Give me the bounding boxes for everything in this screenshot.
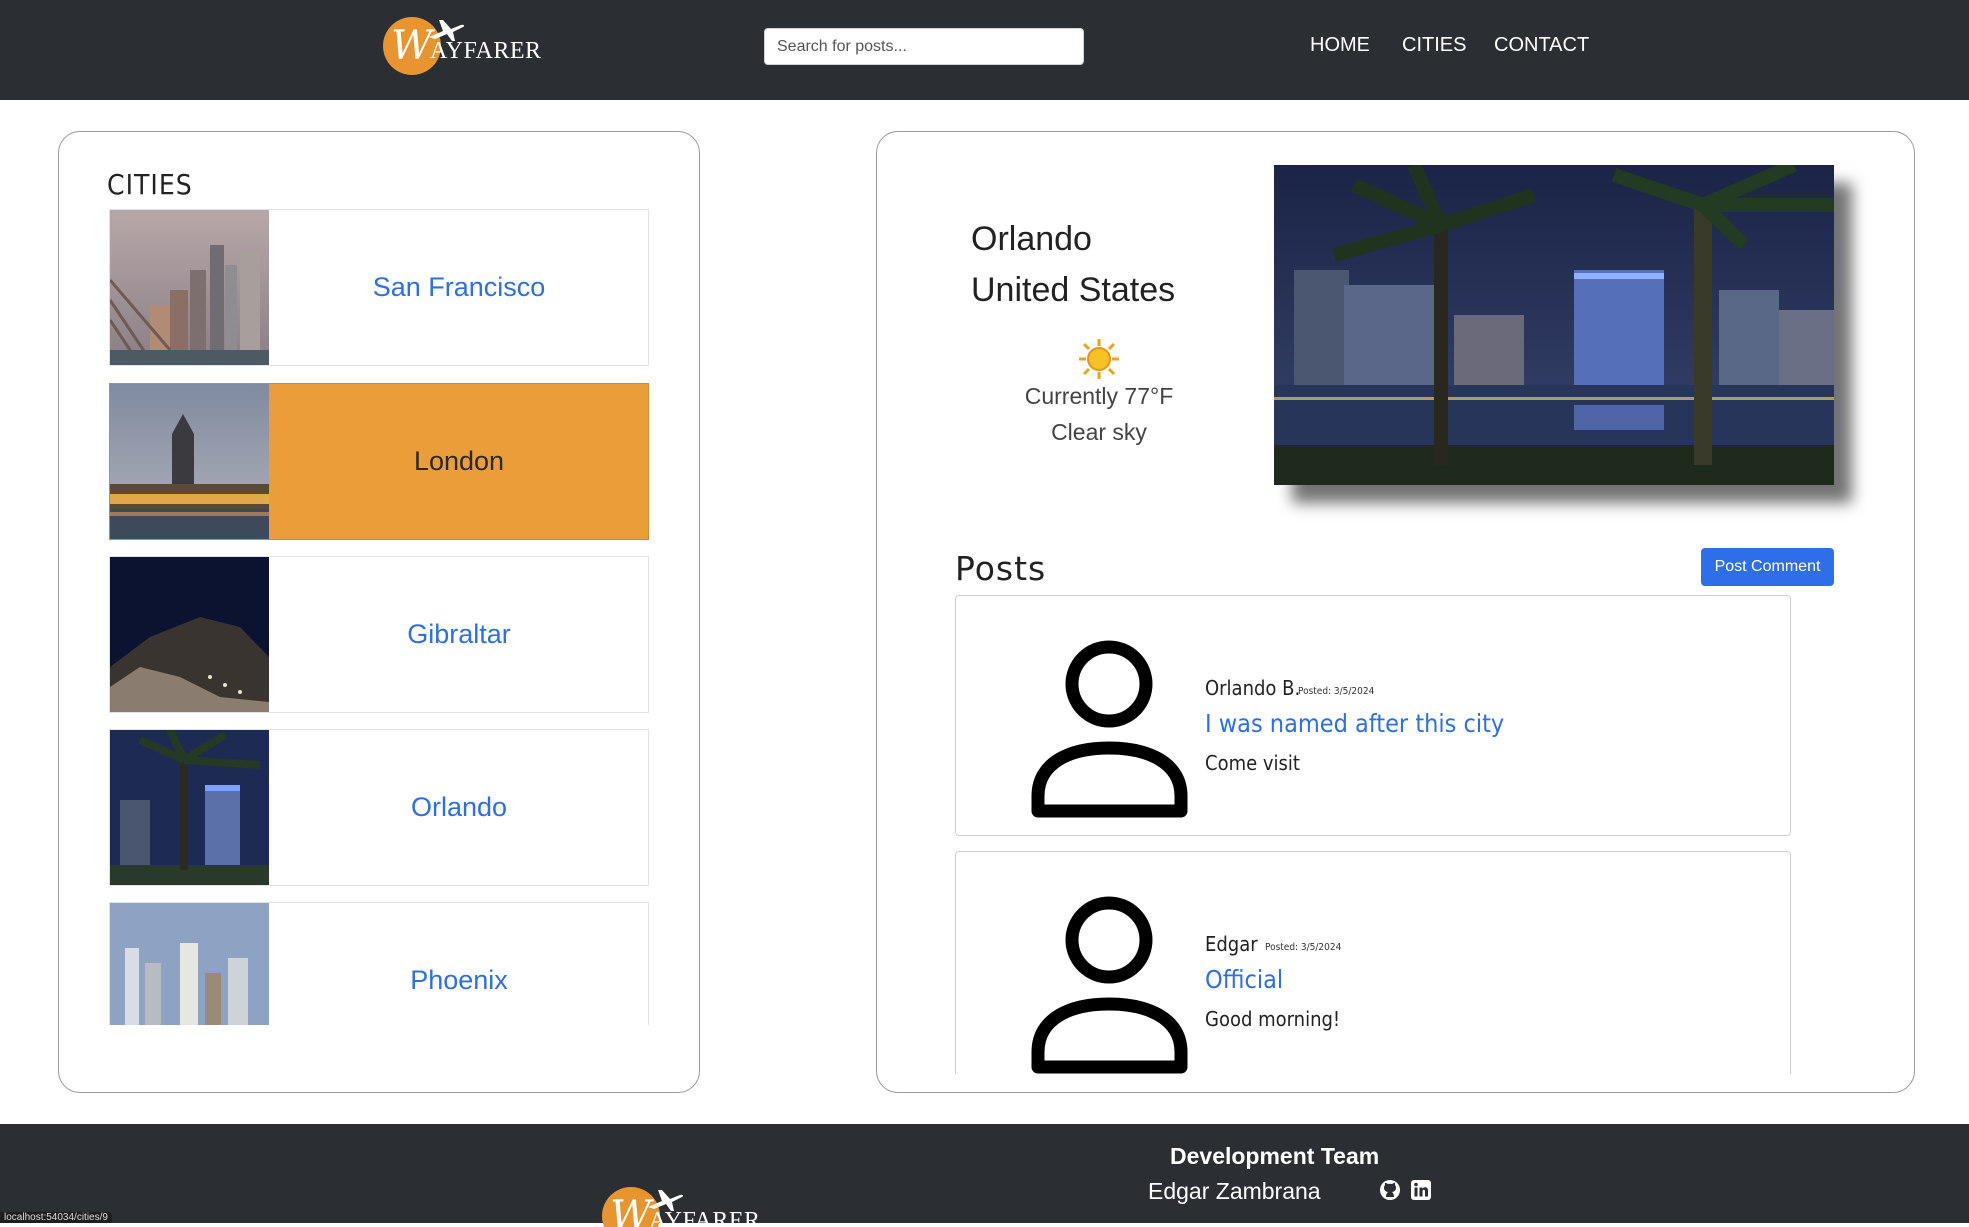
post-comment-button[interactable]: Post Comment bbox=[1701, 548, 1834, 586]
posts-heading: Posts bbox=[955, 549, 1047, 588]
github-icon[interactable] bbox=[1379, 1179, 1401, 1201]
city-name[interactable]: San Francisco bbox=[269, 210, 649, 365]
user-avatar-icon bbox=[1031, 640, 1188, 818]
sun-icon bbox=[1078, 338, 1120, 380]
city-hero-image bbox=[1274, 165, 1834, 485]
city-name[interactable]: Gibraltar bbox=[269, 557, 649, 712]
city-thumbnail bbox=[110, 210, 269, 365]
city-card-san-francisco[interactable]: San Francisco bbox=[109, 209, 649, 366]
nav-contact[interactable]: CONTACT bbox=[1494, 34, 1589, 57]
post-title-link[interactable]: I was named after this city bbox=[1205, 709, 1504, 738]
post-body: Good morning! bbox=[1205, 1007, 1341, 1031]
posts-list[interactable]: Orlando B. Posted: 3/5/2024 I was named … bbox=[955, 594, 1792, 1074]
city-thumbnail bbox=[110, 384, 269, 539]
linkedin-icon[interactable] bbox=[1410, 1179, 1432, 1201]
city-card-orlando[interactable]: Orlando bbox=[109, 729, 649, 886]
city-list[interactable]: San Francisco London Gibraltar Orlando P… bbox=[109, 209, 650, 1025]
post-title-link[interactable]: Official bbox=[1205, 965, 1283, 994]
city-name[interactable]: Orlando bbox=[269, 730, 649, 885]
post-date: Posted: 3/5/2024 bbox=[1298, 686, 1375, 697]
post-author: Orlando B. bbox=[1205, 676, 1301, 700]
dev-member-name: Edgar Zambrana bbox=[1148, 1178, 1321, 1204]
city-name[interactable]: Phoenix bbox=[269, 903, 649, 1025]
city-thumbnail bbox=[110, 730, 269, 885]
post-date: Posted: 3/5/2024 bbox=[1265, 942, 1342, 953]
nav-home[interactable]: HOME bbox=[1310, 34, 1370, 57]
dev-team-heading: Development Team bbox=[1170, 1143, 1380, 1169]
post-card: Edgar Posted: 3/5/2024 Official Good mor… bbox=[955, 851, 1791, 1074]
search-input[interactable] bbox=[764, 28, 1084, 65]
nav-cities[interactable]: CITIES bbox=[1402, 34, 1466, 57]
weather-condition: Clear sky bbox=[1051, 419, 1147, 445]
city-name-heading: Orlando bbox=[971, 220, 1092, 258]
status-bar-url: localhost:54034/cities/9 bbox=[0, 1212, 112, 1223]
weather-temperature: Currently 77°F bbox=[1024, 383, 1174, 409]
city-card-phoenix[interactable]: Phoenix bbox=[109, 902, 649, 1025]
city-card-gibraltar[interactable]: Gibraltar bbox=[109, 556, 649, 713]
footer: W AYFARER bbox=[0, 1124, 1969, 1227]
country-heading: United States bbox=[971, 271, 1176, 309]
post-author: Edgar bbox=[1205, 932, 1258, 956]
footer-logo[interactable]: W AYFARER bbox=[602, 1187, 762, 1227]
cities-heading: CITIES bbox=[107, 168, 193, 201]
top-navbar: W AYFARER HOME CITIES CONTACT bbox=[0, 0, 1969, 100]
city-thumbnail bbox=[110, 557, 269, 712]
city-thumbnail bbox=[110, 903, 269, 1025]
post-body: Come visit bbox=[1205, 751, 1300, 775]
user-avatar-icon bbox=[1031, 896, 1188, 1074]
city-name[interactable]: London bbox=[269, 384, 649, 539]
brand-logo[interactable]: W AYFARER bbox=[383, 17, 543, 79]
post-card: Orlando B. Posted: 3/5/2024 I was named … bbox=[955, 595, 1791, 836]
city-card-london[interactable]: London bbox=[109, 383, 649, 540]
